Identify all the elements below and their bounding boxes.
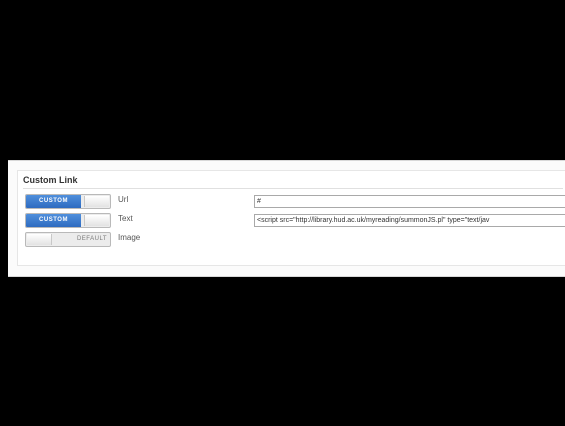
section-divider bbox=[23, 188, 563, 189]
custom-link-panel: Custom Link CUSTOM Url # CUSTOM Text <sc… bbox=[8, 160, 565, 277]
text-input[interactable]: <script src="http://library.hud.ac.uk/my… bbox=[254, 214, 565, 227]
url-custom-toggle[interactable]: CUSTOM bbox=[25, 194, 111, 209]
toggle-knob bbox=[84, 196, 109, 207]
url-input[interactable]: # bbox=[254, 195, 565, 208]
toggle-on-label: CUSTOM bbox=[26, 214, 81, 227]
toggle-knob bbox=[84, 215, 109, 226]
screen: Custom Link CUSTOM Url # CUSTOM Text <sc… bbox=[0, 0, 565, 426]
image-label: Image bbox=[118, 233, 141, 242]
custom-link-section: Custom Link CUSTOM Url # CUSTOM Text <sc… bbox=[17, 170, 565, 266]
text-label: Text bbox=[118, 214, 133, 223]
section-title: Custom Link bbox=[23, 175, 78, 185]
toggle-knob bbox=[27, 234, 52, 245]
toggle-off-label: DEFAULT bbox=[76, 236, 107, 242]
image-default-toggle[interactable]: DEFAULT bbox=[25, 232, 111, 247]
url-label: Url bbox=[118, 195, 129, 204]
toggle-on-label: CUSTOM bbox=[26, 195, 81, 208]
text-custom-toggle[interactable]: CUSTOM bbox=[25, 213, 111, 228]
